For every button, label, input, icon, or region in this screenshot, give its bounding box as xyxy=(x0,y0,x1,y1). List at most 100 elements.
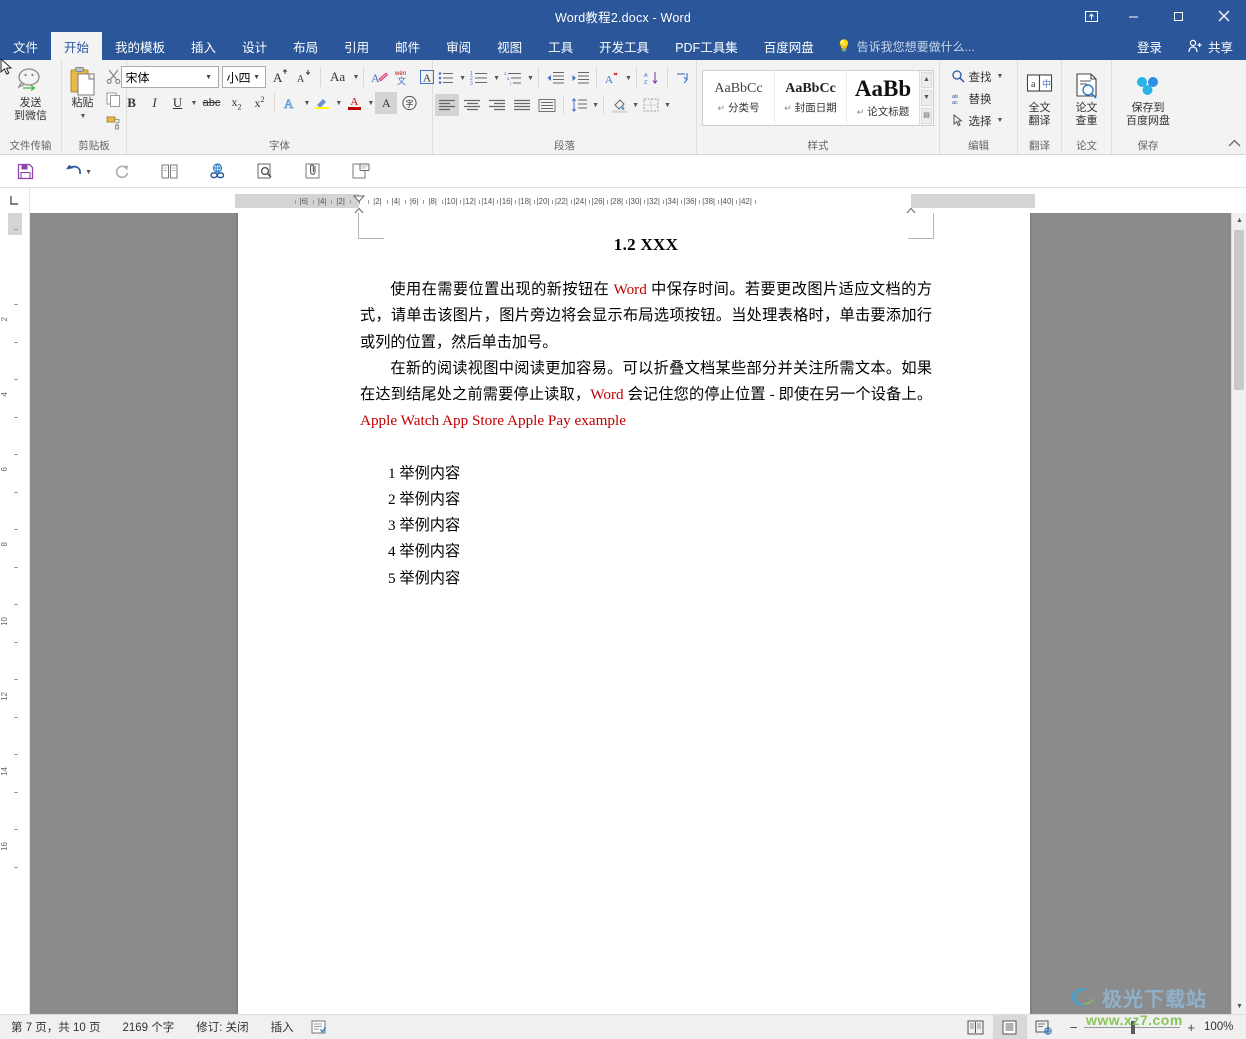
proofing-errors-icon[interactable] xyxy=(305,1015,333,1039)
font-size-caret-icon[interactable]: ▼ xyxy=(251,74,263,81)
insert-hyperlink-icon[interactable] xyxy=(204,159,230,183)
select-caret-icon[interactable]: ▼ xyxy=(997,117,1004,124)
share-button[interactable]: 共享 xyxy=(1175,32,1246,60)
read-mode-view-button[interactable] xyxy=(959,1015,993,1039)
strikethrough-button[interactable]: abc xyxy=(198,92,224,114)
text-highlight-button[interactable] xyxy=(311,93,333,114)
track-changes-status[interactable]: 修订: 关闭 xyxy=(185,1015,259,1039)
styles-scroll-up-icon[interactable]: ▲ xyxy=(921,72,932,88)
print-preview-icon[interactable] xyxy=(252,159,278,183)
bullets-caret-icon[interactable]: ▼ xyxy=(459,75,466,82)
grow-font-button[interactable]: A xyxy=(271,66,293,88)
ribbon-display-options-icon[interactable] xyxy=(1071,0,1111,32)
text-effects-caret-icon[interactable]: ▼ xyxy=(303,100,310,107)
zoom-out-button[interactable]: − xyxy=(1070,1021,1078,1034)
maximize-button[interactable] xyxy=(1156,0,1201,32)
horizontal-ruler[interactable]: |6| |4| |2| |2| |4| |6| |8| |10| |12| |14| |16| |18… xyxy=(30,188,1246,221)
word-count-status[interactable]: 2169 个字 xyxy=(111,1015,185,1039)
scroll-up-icon[interactable]: ▲ xyxy=(1232,213,1246,228)
underline-button[interactable]: U xyxy=(167,92,189,114)
zoom-in-button[interactable]: + xyxy=(1187,1021,1195,1034)
new-comment-icon[interactable] xyxy=(348,159,374,183)
sign-in-button[interactable]: 登录 xyxy=(1124,32,1175,60)
show-formatting-marks-button[interactable] xyxy=(672,67,694,89)
vertical-scrollbar[interactable]: ▲ ▼ xyxy=(1231,213,1246,1014)
font-name-caret-icon[interactable]: ▼ xyxy=(202,74,216,81)
align-right-button[interactable] xyxy=(485,94,509,116)
save-to-baidu-netdisk-button[interactable]: 保存到 百度网盘 xyxy=(1115,68,1181,130)
attach-file-icon[interactable] xyxy=(300,159,326,183)
change-case-button[interactable]: Aa xyxy=(325,66,351,88)
align-center-button[interactable] xyxy=(460,94,484,116)
sort-button[interactable]: AZ xyxy=(641,67,663,89)
redo-icon[interactable] xyxy=(108,159,134,183)
document-page[interactable]: 1.2 XXX 使用在需要位置出现的新按钮在 Word 中保存时间。若要更改图片… xyxy=(238,213,1030,1014)
styles-scroll-down-icon[interactable]: ▼ xyxy=(921,90,932,106)
compare-documents-icon[interactable] xyxy=(156,159,182,183)
select-button[interactable]: 选择 ▼ xyxy=(949,110,1009,131)
phonetic-guide-button[interactable]: wén 文 xyxy=(391,66,415,88)
borders-button[interactable] xyxy=(640,94,662,116)
tab-mailings[interactable]: 邮件 xyxy=(382,32,433,60)
thesis-check-button[interactable]: 论文 查重 xyxy=(1065,68,1109,130)
web-layout-view-button[interactable] xyxy=(1027,1015,1061,1039)
page-number-status[interactable]: 第 7 页，共 10 页 xyxy=(0,1015,111,1039)
align-left-button[interactable] xyxy=(435,94,460,116)
styles-gallery[interactable]: AaBbCc ↵ 分类号 AaBbCc ↵ 封面日期 AaBb ↵ 论文标题 ▲… xyxy=(702,70,934,126)
styles-more-icon[interactable]: ▤ xyxy=(921,108,932,124)
paste-button[interactable]: 粘贴 ▼ xyxy=(64,63,102,125)
collapse-ribbon-chevron-icon[interactable] xyxy=(1228,139,1241,151)
font-size-combobox[interactable]: 小四 ▼ xyxy=(221,66,266,88)
shading-caret-icon[interactable]: ▼ xyxy=(632,102,639,109)
numbering-button[interactable]: 123 xyxy=(467,67,491,89)
close-button[interactable] xyxy=(1201,0,1246,32)
style-item-0[interactable]: AaBbCc ↵ 分类号 xyxy=(703,71,775,125)
increase-indent-button[interactable] xyxy=(568,67,592,89)
tab-file[interactable]: 文件 xyxy=(0,32,52,60)
numbering-caret-icon[interactable]: ▼ xyxy=(493,75,500,82)
overtype-status[interactable]: 插入 xyxy=(260,1015,305,1039)
find-caret-icon[interactable]: ▼ xyxy=(997,73,1004,80)
bold-button[interactable]: B xyxy=(121,92,143,114)
tab-view[interactable]: 视图 xyxy=(484,32,535,60)
font-color-button[interactable]: A xyxy=(343,93,365,114)
underline-caret-icon[interactable]: ▼ xyxy=(191,100,198,107)
paste-dropdown-caret-icon[interactable]: ▼ xyxy=(80,110,87,123)
change-case-caret-icon[interactable]: ▼ xyxy=(353,74,360,81)
subscript-button[interactable]: x2 xyxy=(225,92,247,114)
zoom-slider-track[interactable] xyxy=(1084,1020,1181,1034)
zoom-level-label[interactable]: 100% xyxy=(1204,1021,1246,1033)
shrink-font-button[interactable]: A xyxy=(294,66,316,88)
borders-caret-icon[interactable]: ▼ xyxy=(664,102,671,109)
scroll-down-icon[interactable]: ▼ xyxy=(1232,999,1246,1014)
style-item-2[interactable]: AaBb ↵ 论文标题 xyxy=(847,71,919,125)
tab-developer[interactable]: 开发工具 xyxy=(586,32,662,60)
multilevel-list-button[interactable]: 1ai xyxy=(501,67,525,89)
tab-pdf-tools[interactable]: PDF工具集 xyxy=(662,32,751,60)
bullets-button[interactable] xyxy=(435,67,457,89)
enclose-characters-button[interactable]: 字 xyxy=(398,92,420,114)
tab-references[interactable]: 引用 xyxy=(331,32,382,60)
tell-me-search[interactable]: 💡 告诉我您想要做什么... xyxy=(827,32,985,60)
find-button[interactable]: 查找 ▼ xyxy=(949,66,1009,87)
print-layout-view-button[interactable] xyxy=(992,1014,1027,1039)
horizontal-ruler-track[interactable]: |6| |4| |2| |2| |4| |6| |8| |10| |12| |14| |16| |18… xyxy=(235,193,1035,221)
tab-layout[interactable]: 布局 xyxy=(280,32,331,60)
tab-baidu-netdisk[interactable]: 百度网盘 xyxy=(751,32,827,60)
document-canvas[interactable]: 1.2 XXX 使用在需要位置出现的新按钮在 Word 中保存时间。若要更改图片… xyxy=(30,213,1246,1014)
zoom-slider-thumb[interactable] xyxy=(1131,1020,1136,1034)
italic-button[interactable]: I xyxy=(144,92,166,114)
shading-button[interactable] xyxy=(608,95,630,116)
decrease-indent-button[interactable] xyxy=(543,67,567,89)
clear-formatting-button[interactable]: A xyxy=(368,66,390,88)
translate-document-button[interactable]: a 中 全文 翻译 xyxy=(1018,68,1062,130)
tab-stop-left-icon[interactable] xyxy=(0,188,30,213)
undo-icon[interactable]: ▼ xyxy=(60,159,92,183)
minimize-button[interactable] xyxy=(1111,0,1156,32)
undo-dropdown-caret-icon[interactable]: ▼ xyxy=(85,169,92,176)
text-highlight-caret-icon[interactable]: ▼ xyxy=(335,100,342,107)
tab-review[interactable]: 审阅 xyxy=(433,32,484,60)
tab-my-templates[interactable]: 我的模板 xyxy=(102,32,178,60)
tab-design[interactable]: 设计 xyxy=(229,32,280,60)
styles-gallery-scrollbar[interactable]: ▲ ▼ ▤ xyxy=(919,71,933,125)
